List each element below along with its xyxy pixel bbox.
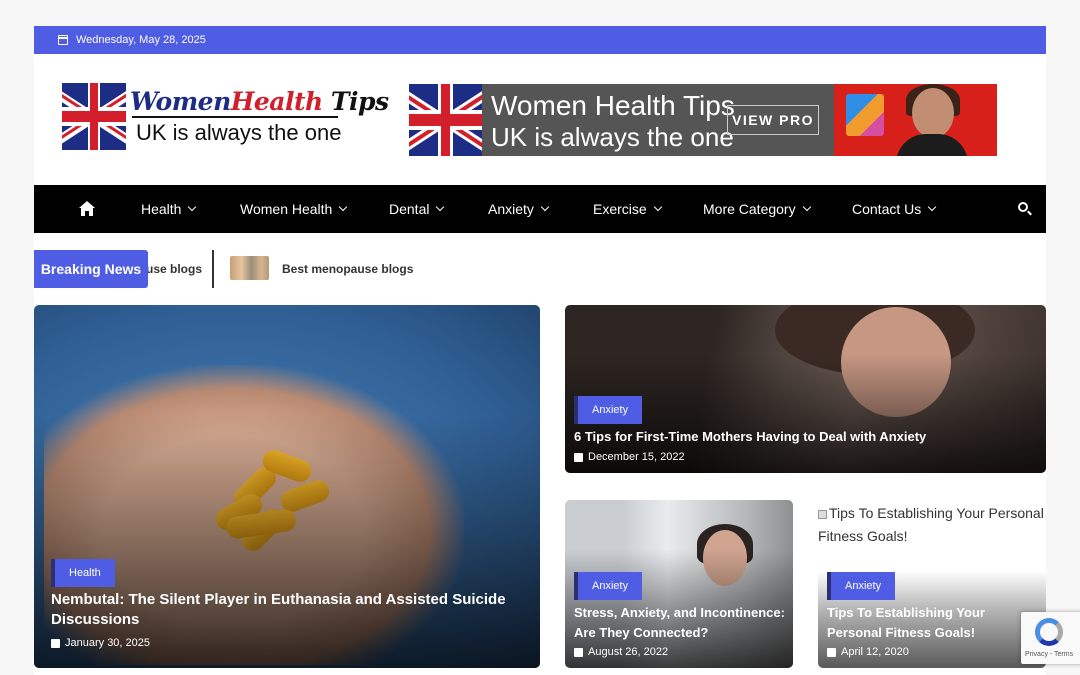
category-badge-anxiety[interactable]: Anxiety bbox=[574, 396, 643, 424]
search-icon[interactable] bbox=[1018, 202, 1032, 216]
post-title[interactable]: Tips To Establishing Your Personal Fitne… bbox=[827, 603, 1042, 643]
nav-item-exercise[interactable]: Exercise bbox=[593, 185, 662, 233]
site-header: WomenHealth Tips UK is always the one Wo… bbox=[34, 54, 1046, 185]
nav-item-health[interactable]: Health bbox=[141, 185, 197, 233]
banner-title: Women Health Tips bbox=[491, 90, 735, 121]
calendar-icon bbox=[51, 638, 60, 648]
recaptcha-badge[interactable]: Privacy - Terms bbox=[1021, 612, 1080, 664]
nav-item-more-category[interactable]: More Category bbox=[703, 185, 811, 233]
ticker-item-link[interactable]: Best menopause blogs bbox=[282, 262, 413, 276]
union-jack-flag-icon bbox=[409, 84, 482, 156]
post-title[interactable]: Nembutal: The Silent Player in Euthanasi… bbox=[51, 590, 521, 630]
category-badge-anxiety[interactable]: Anxiety bbox=[827, 572, 896, 600]
page-wrapper: Wednesday, May 28, 2025 WomenHealth Tips… bbox=[34, 26, 1046, 675]
shopping-bags-image bbox=[846, 94, 884, 136]
category-badge-anxiety[interactable]: Anxiety bbox=[574, 572, 643, 600]
broken-image-icon bbox=[818, 510, 827, 519]
logo-tagline: UK is always the one bbox=[136, 120, 342, 145]
chevron-down-icon bbox=[653, 202, 662, 212]
view-pro-button[interactable]: VIEW PRO bbox=[727, 105, 819, 135]
recaptcha-links[interactable]: Privacy - Terms bbox=[1025, 651, 1073, 658]
chevron-down-icon bbox=[802, 202, 811, 212]
banner-tagline: UK is always the one bbox=[491, 122, 734, 152]
logo-rule bbox=[132, 116, 338, 118]
chevron-down-icon bbox=[436, 202, 445, 212]
featured-post-card[interactable]: Health Nembutal: The Silent Player in Eu… bbox=[34, 305, 540, 668]
header-ad-banner[interactable]: Women Health Tips UK is always the one V… bbox=[409, 84, 997, 156]
main-navigation: Health Women Health Dental Anxiety Exerc… bbox=[34, 185, 1046, 233]
nav-item-contact-us[interactable]: Contact Us bbox=[852, 185, 937, 233]
ticker-thumbnail[interactable] bbox=[230, 256, 269, 280]
union-jack-flag-icon bbox=[62, 83, 126, 150]
post-date: April 12, 2020 bbox=[827, 646, 909, 658]
banner-model-image bbox=[834, 84, 997, 156]
top-bar: Wednesday, May 28, 2025 bbox=[34, 26, 1046, 54]
category-badge-health[interactable]: Health bbox=[51, 559, 115, 587]
ticker-divider bbox=[212, 250, 214, 288]
broken-image-alt-text: Tips To Establishing Your Personal Fitne… bbox=[818, 505, 1044, 544]
calendar-icon bbox=[58, 35, 68, 45]
post-card[interactable]: Anxiety Stress, Anxiety, and Incontinenc… bbox=[565, 500, 793, 668]
chevron-down-icon bbox=[540, 202, 550, 212]
home-icon[interactable] bbox=[79, 201, 95, 216]
chevron-down-icon bbox=[928, 202, 937, 212]
logo-title: WomenHealth Tips bbox=[130, 87, 389, 116]
site-logo[interactable]: WomenHealth Tips UK is always the one bbox=[62, 83, 389, 151]
nav-item-women-health[interactable]: Women Health bbox=[240, 185, 348, 233]
post-card[interactable]: Anxiety 6 Tips for First-Time Mothers Ha… bbox=[565, 305, 1046, 473]
post-date: December 15, 2022 bbox=[574, 451, 685, 463]
post-card[interactable]: Tips To Establishing Your Personal Fitne… bbox=[818, 500, 1046, 668]
post-date: August 26, 2022 bbox=[574, 646, 668, 658]
calendar-icon bbox=[574, 647, 583, 657]
nav-item-anxiety[interactable]: Anxiety bbox=[488, 185, 550, 233]
chevron-down-icon bbox=[188, 202, 197, 212]
post-date: January 30, 2025 bbox=[51, 637, 150, 649]
post-title[interactable]: 6 Tips for First-Time Mothers Having to … bbox=[574, 427, 1034, 447]
chevron-down-icon bbox=[339, 202, 348, 212]
post-title[interactable]: Stress, Anxiety, and Incontinence: Are T… bbox=[574, 603, 789, 643]
breaking-news-label: Breaking News bbox=[34, 250, 148, 288]
ticker-item-link[interactable]: use blogs bbox=[146, 262, 202, 276]
calendar-icon bbox=[827, 647, 836, 657]
recaptcha-icon bbox=[1035, 618, 1063, 646]
current-date: Wednesday, May 28, 2025 bbox=[76, 34, 206, 46]
nav-item-dental[interactable]: Dental bbox=[389, 185, 445, 233]
breaking-news-bar: use blogs Breaking News Best menopause b… bbox=[34, 233, 1046, 305]
calendar-icon bbox=[574, 452, 583, 462]
